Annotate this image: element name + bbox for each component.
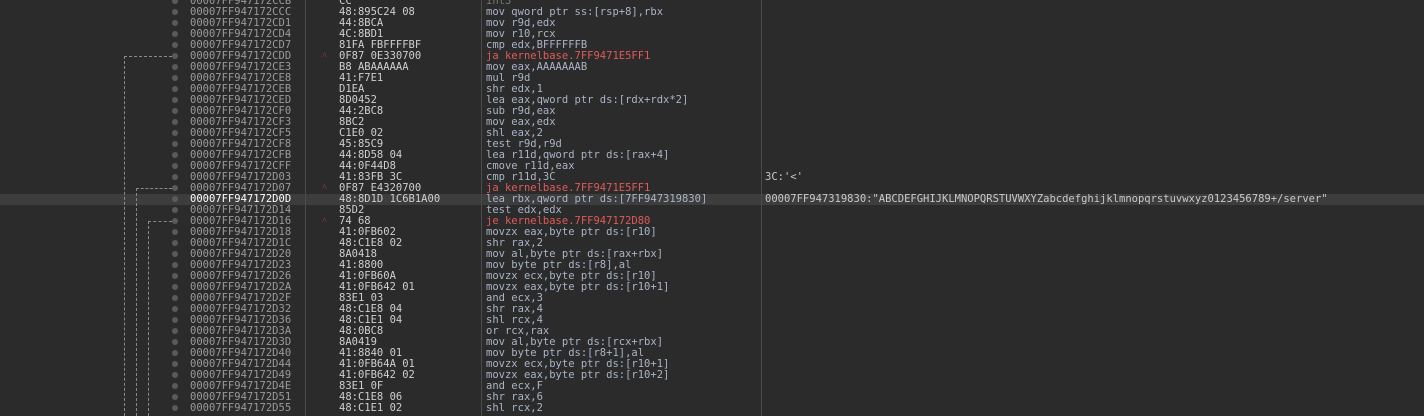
comment: 00007FF947319830:"ABCDEFGHIJKLMNOPQRSTUV… xyxy=(765,193,1328,205)
breakpoint-dot-icon[interactable] xyxy=(172,229,178,235)
jump-arrow-line xyxy=(148,221,172,222)
breakpoint-dot-icon[interactable] xyxy=(172,9,178,15)
breakpoint-dot-icon[interactable] xyxy=(172,97,178,103)
breakpoint-dot-icon[interactable] xyxy=(172,350,178,356)
mnemonic: shl xyxy=(486,402,505,414)
breakpoint-dot-icon[interactable] xyxy=(172,196,178,202)
breakpoint-dot-icon[interactable] xyxy=(172,262,178,268)
jump-arrow-line xyxy=(136,188,137,416)
jump-arrow-icon: ˄ xyxy=(322,216,328,226)
breakpoint-dot-icon[interactable] xyxy=(172,53,178,59)
breakpoint-dot-icon[interactable] xyxy=(172,0,178,4)
breakpoint-dot-icon[interactable] xyxy=(172,240,178,246)
breakpoint-dot-icon[interactable] xyxy=(172,372,178,378)
breakpoint-dot-icon[interactable] xyxy=(172,64,178,70)
breakpoint-dot-icon[interactable] xyxy=(172,328,178,334)
breakpoint-dot-icon[interactable] xyxy=(172,108,178,114)
breakpoint-dot-icon[interactable] xyxy=(172,361,178,367)
disassembly-view[interactable]: 00007FF947172CCB CC int3 00007FF947172CCC 48… xyxy=(0,0,1424,414)
breakpoint-dot-icon[interactable] xyxy=(172,394,178,400)
breakpoint-dot-icon[interactable] xyxy=(172,130,178,136)
breakpoint-dot-icon[interactable] xyxy=(172,273,178,279)
breakpoint-dot-icon[interactable] xyxy=(172,141,178,147)
jump-arrow-line xyxy=(124,56,172,57)
disassembly: shl rcx,2 xyxy=(486,403,543,414)
disasm-row[interactable]: 00007FF947172D55 48:C1E1 02 shl rcx,2 xyxy=(0,403,1424,414)
breakpoint-dot-icon[interactable] xyxy=(172,163,178,169)
breakpoint-dot-icon[interactable] xyxy=(172,383,178,389)
jump-arrow-icon: ˄ xyxy=(322,183,328,193)
column-separator-disasm xyxy=(761,0,762,416)
breakpoint-dot-icon[interactable] xyxy=(172,185,178,191)
breakpoint-dot-icon[interactable] xyxy=(172,152,178,158)
comment: 3C:'<' xyxy=(765,171,803,183)
operands: eax,byte ptr ds:[r10+2] xyxy=(523,369,670,381)
breakpoint-dot-icon[interactable] xyxy=(172,251,178,257)
operands: eax,byte ptr ds:[r10+1] xyxy=(523,281,670,293)
breakpoint-dot-icon[interactable] xyxy=(172,75,178,81)
breakpoint-dot-icon[interactable] xyxy=(172,42,178,48)
operands: eax,byte ptr ds:[r10] xyxy=(523,226,657,238)
jump-arrow-icon: ˄ xyxy=(322,51,328,61)
breakpoint-dot-icon[interactable] xyxy=(172,119,178,125)
breakpoint-dot-icon[interactable] xyxy=(172,405,178,411)
breakpoint-dot-icon[interactable] xyxy=(172,31,178,37)
breakpoint-dot-icon[interactable] xyxy=(172,339,178,345)
jump-arrow-line xyxy=(148,221,149,416)
breakpoint-dot-icon[interactable] xyxy=(172,306,178,312)
disassembly-rows: 00007FF947172CCB CC int3 00007FF947172CCC 48… xyxy=(0,0,1424,414)
column-separator-address xyxy=(305,0,306,416)
operands: rcx,2 xyxy=(511,402,543,414)
address: 00007FF947172D55 xyxy=(190,402,292,414)
column-separator-bytes xyxy=(481,0,482,416)
opcode-bytes: 48:C1E1 02 xyxy=(339,402,403,414)
breakpoint-dot-icon[interactable] xyxy=(172,20,178,26)
breakpoint-dot-icon[interactable] xyxy=(172,207,178,213)
breakpoint-dot-icon[interactable] xyxy=(172,295,178,301)
breakpoint-dot-icon[interactable] xyxy=(172,86,178,92)
breakpoint-dot-icon[interactable] xyxy=(172,174,178,180)
breakpoint-dot-icon[interactable] xyxy=(172,317,178,323)
jump-arrow-line xyxy=(124,56,125,416)
jump-arrow-line xyxy=(136,188,172,189)
breakpoint-dot-icon[interactable] xyxy=(172,218,178,224)
breakpoint-dot-icon[interactable] xyxy=(172,284,178,290)
